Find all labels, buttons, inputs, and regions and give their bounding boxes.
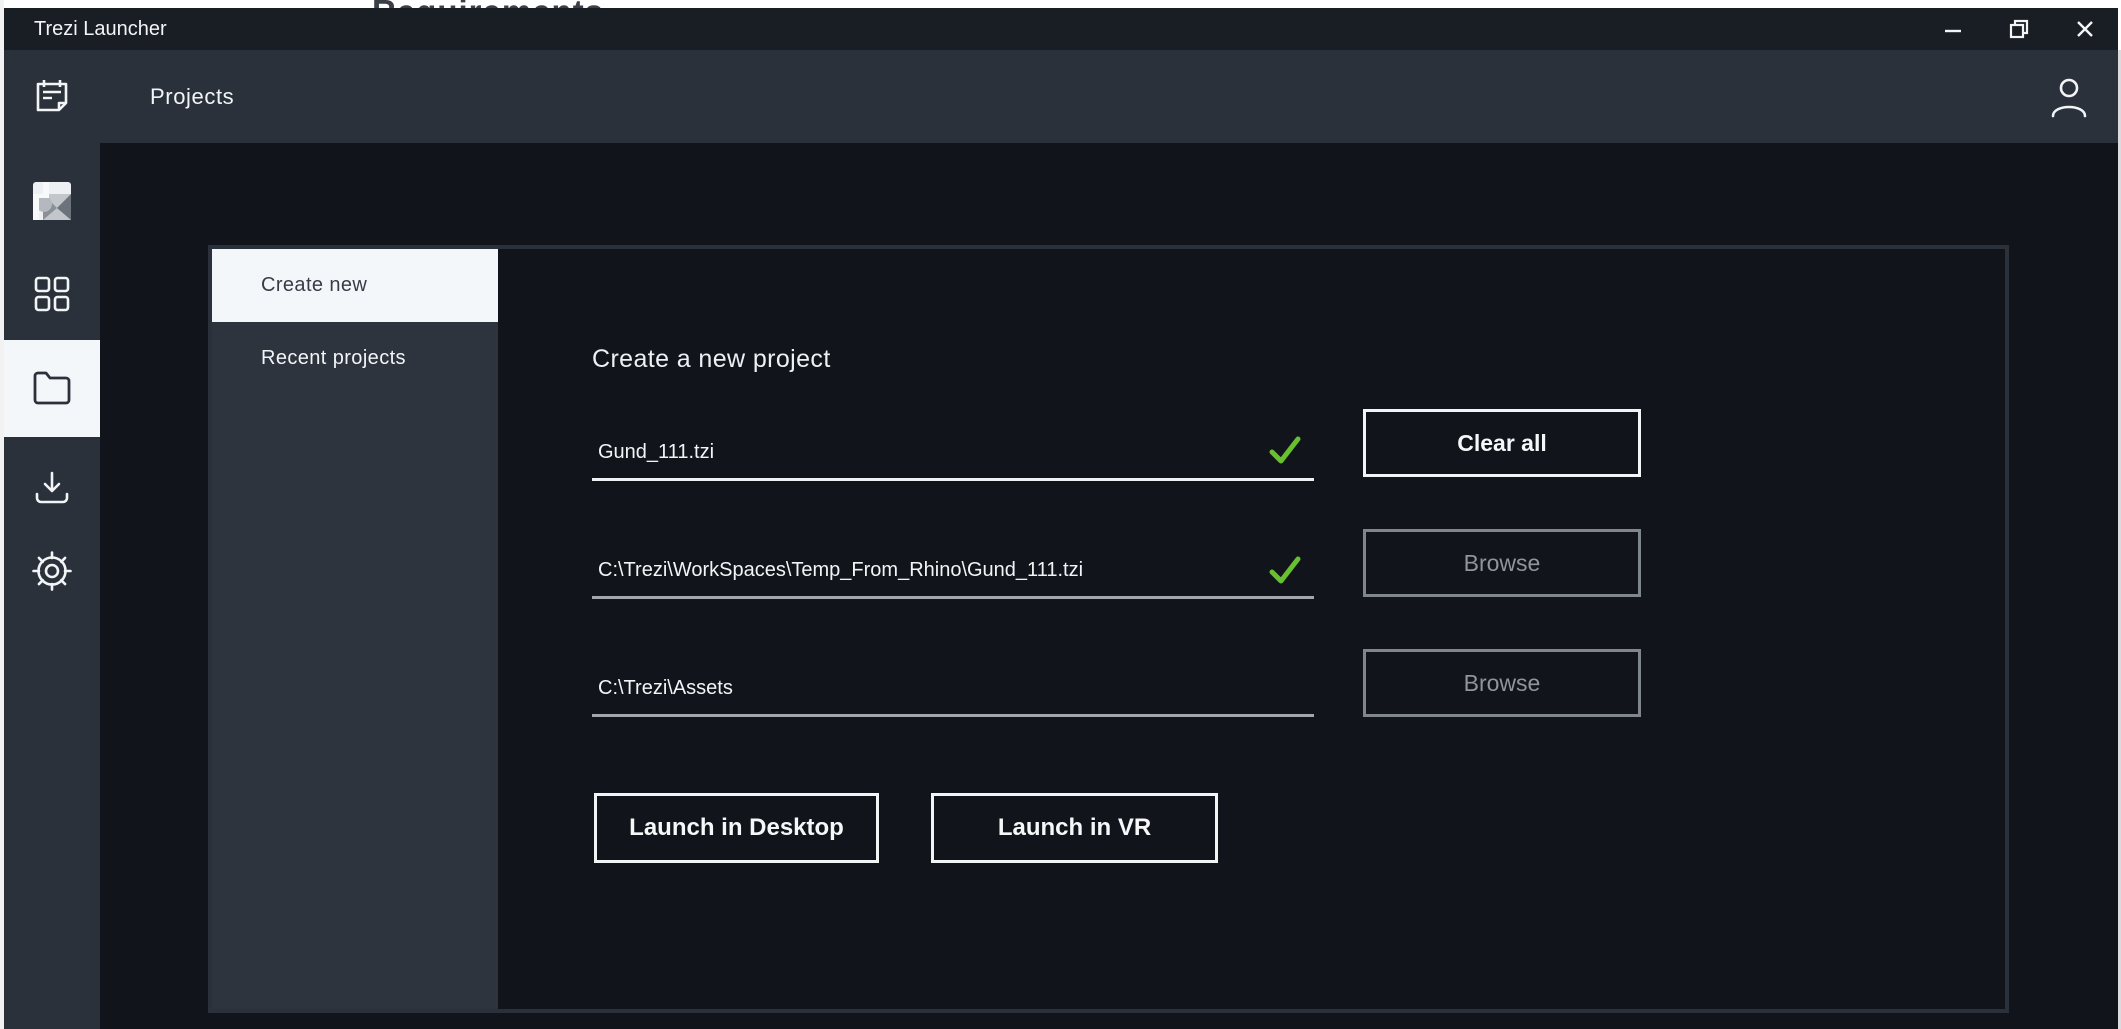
grid-icon [32,274,72,317]
folder-icon [32,370,72,409]
close-icon [2074,18,2096,40]
projects-panel: Create new Recent projects Create a new … [208,245,2009,1013]
window-title: Trezi Launcher [34,18,167,40]
window-controls [1920,8,2118,50]
workspace-path-field[interactable]: C:\Trezi\WorkSpaces\Temp_From_Rhino\Gund… [592,516,1314,599]
header-bar: Projects [100,50,2118,143]
launch-vr-button[interactable]: Launch in VR [931,793,1218,863]
sidebar [4,50,100,1029]
project-name-value: Gund_111.tzi [598,441,715,463]
download-icon [32,470,72,511]
tab-list: Create new Recent projects [212,249,498,1009]
sidebar-item-rhino[interactable] [4,172,100,232]
restore-button[interactable] [1986,8,2052,50]
minimize-icon [1942,18,1964,40]
launch-desktop-button[interactable]: Launch in Desktop [594,793,879,863]
assets-path-field[interactable]: C:\Trezi\Assets [592,634,1314,717]
screen: Requirements Trezi Launcher [0,0,2121,1029]
browse-assets-button[interactable]: Browse [1363,649,1641,717]
check-icon [1265,551,1305,591]
rhino-logo-icon [33,181,71,223]
user-icon [2047,78,2091,123]
page-title: Projects [150,84,235,109]
trezi-launcher-window: Trezi Launcher Projects Create new Recen… [4,8,2118,1029]
close-button[interactable] [2052,8,2118,50]
minimize-button[interactable] [1920,8,1986,50]
browse-workspace-button[interactable]: Browse [1363,529,1641,597]
title-bar[interactable]: Trezi Launcher [4,8,2118,50]
sidebar-item-downloads[interactable] [4,460,100,520]
tab-create-new[interactable]: Create new [212,249,498,322]
sidebar-item-settings[interactable] [4,542,100,602]
notepad-icon [31,76,73,121]
workspace-path-value: C:\Trezi\WorkSpaces\Temp_From_Rhino\Gund… [598,559,1084,581]
assets-path-value: C:\Trezi\Assets [598,677,733,699]
project-name-field[interactable]: Gund_111.tzi [592,398,1314,481]
restore-icon [2008,18,2030,40]
clear-all-button[interactable]: Clear all [1363,409,1641,477]
gear-icon [31,550,73,595]
sidebar-item-notes[interactable] [4,68,100,128]
form-heading: Create a new project [592,345,831,373]
tab-recent-projects[interactable]: Recent projects [212,322,498,395]
sidebar-item-apps[interactable] [4,265,100,325]
check-icon [1265,431,1305,471]
user-profile-button[interactable] [2047,76,2091,120]
main-area: Create new Recent projects Create a new … [100,143,2118,1029]
sidebar-item-projects[interactable] [4,358,100,420]
